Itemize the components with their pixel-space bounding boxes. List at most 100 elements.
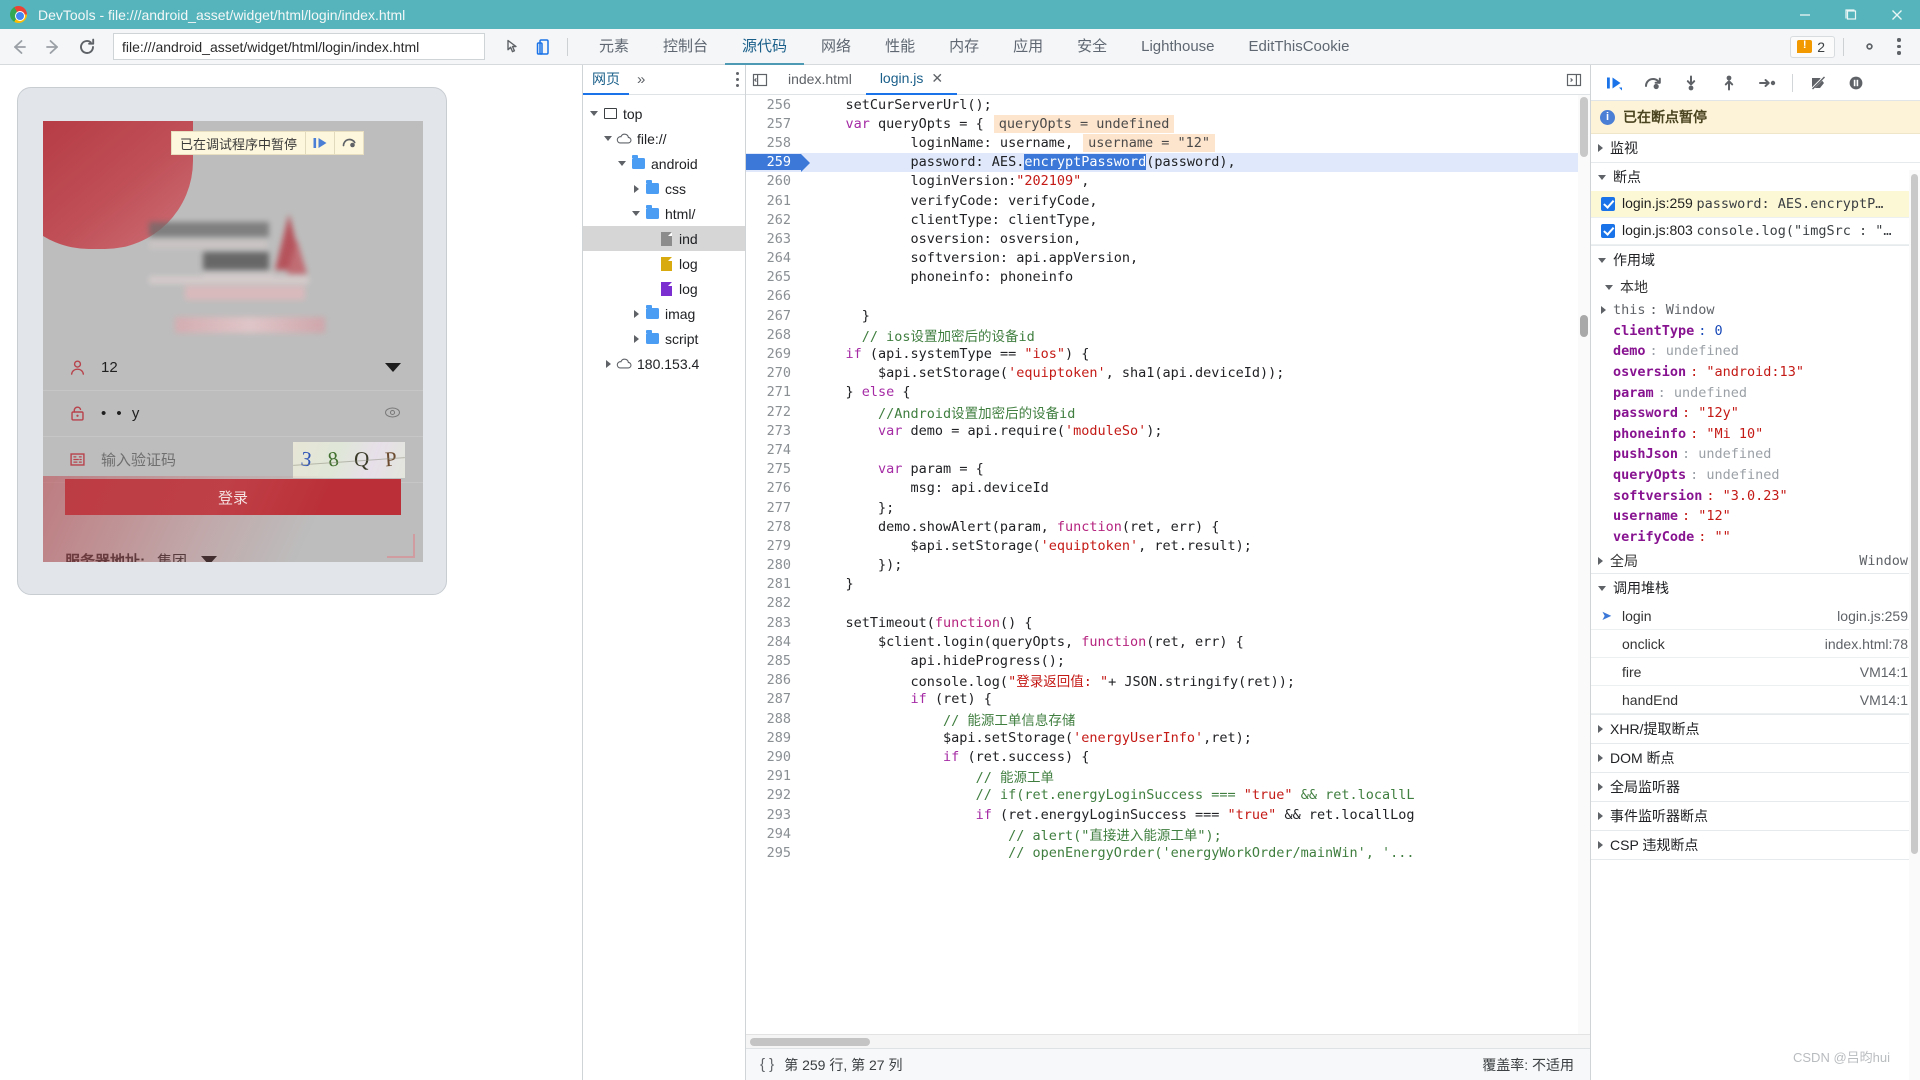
xhr-breakpoints-header[interactable]: XHR/提取断点 xyxy=(1591,715,1920,743)
code-line[interactable]: 266 xyxy=(746,287,1578,306)
scope-variable-row[interactable]: queryOpts: undefined xyxy=(1591,465,1920,486)
scope-variable-row[interactable]: osversion: "android:13" xyxy=(1591,362,1920,383)
code-editor[interactable]: 256 setCurServerUrl(); 257 var queryOpts … xyxy=(746,95,1590,1048)
line-number[interactable]: 264 xyxy=(746,250,801,266)
editor-horizontal-scrollbar[interactable] xyxy=(746,1034,1590,1048)
address-bar[interactable]: file:///android_asset/widget/html/login/… xyxy=(113,33,485,60)
tab-lighthouse[interactable]: Lighthouse xyxy=(1124,29,1231,65)
username-field-row[interactable]: 12 xyxy=(43,345,423,391)
code-line[interactable]: 259 password: AES.encryptPassword(passwo… xyxy=(746,152,1578,173)
code-line[interactable]: 295 // openEnergyOrder('energyWorkOrder/… xyxy=(746,843,1578,862)
device-toolbar-icon[interactable] xyxy=(529,32,559,62)
scope-variable-row[interactable]: param: undefined xyxy=(1591,382,1920,403)
code-line[interactable]: 287 if (ret) { xyxy=(746,690,1578,709)
debugger-scrollbar[interactable] xyxy=(1909,170,1920,1080)
scope-variable-row[interactable]: softversion: "3.0.23" xyxy=(1591,485,1920,506)
step-over-icon[interactable] xyxy=(335,131,363,155)
line-number[interactable]: 263 xyxy=(746,231,801,247)
tree-node-top[interactable]: top xyxy=(583,101,745,126)
code-line[interactable]: 260 loginVersion:"202109", xyxy=(746,172,1578,191)
line-number[interactable]: 256 xyxy=(746,97,801,113)
breakpoint-item[interactable]: login.js:803 console.log("imgSrc : "… xyxy=(1591,218,1920,245)
code-line[interactable]: 261 verifyCode: verifyCode, xyxy=(746,191,1578,210)
minimize-button[interactable] xyxy=(1782,0,1828,29)
editor-vertical-scrollbar[interactable] xyxy=(1578,95,1590,1034)
line-number[interactable]: 291 xyxy=(746,768,801,784)
call-stack-frame[interactable]: ➤ login login.js:259 xyxy=(1591,602,1920,631)
step-into-icon[interactable] xyxy=(1673,67,1709,99)
tree-node-file-scheme[interactable]: file:// xyxy=(583,126,745,151)
code-line[interactable]: 290 if (ret.success) { xyxy=(746,747,1578,766)
line-number[interactable]: 265 xyxy=(746,269,801,285)
editor-tab-login-js[interactable]: login.js ✕ xyxy=(865,64,958,95)
twisty-closed-icon[interactable] xyxy=(629,309,643,318)
code-line[interactable]: 263 osversion: osversion, xyxy=(746,229,1578,248)
line-number[interactable]: 290 xyxy=(746,749,801,765)
line-number[interactable]: 288 xyxy=(746,711,801,727)
line-number[interactable]: 286 xyxy=(746,672,801,688)
tree-node-index-html[interactable]: ind xyxy=(583,226,745,251)
line-number[interactable]: 279 xyxy=(746,538,801,554)
line-number[interactable]: 274 xyxy=(746,442,801,458)
call-stack-frame[interactable]: onclick index.html:78 xyxy=(1591,630,1920,659)
kebab-menu-icon[interactable] xyxy=(1886,30,1912,64)
step-icon[interactable] xyxy=(1749,67,1785,99)
line-number[interactable]: 271 xyxy=(746,384,801,400)
line-number[interactable]: 261 xyxy=(746,193,801,209)
line-number[interactable]: 281 xyxy=(746,576,801,592)
tab-memory[interactable]: 内存 xyxy=(932,29,996,65)
breakpoint-item[interactable]: login.js:259 password: AES.encryptP… xyxy=(1591,191,1920,218)
scope-variable-row[interactable]: this: Window xyxy=(1591,300,1920,321)
line-number[interactable]: 270 xyxy=(746,365,801,381)
line-number[interactable]: 268 xyxy=(746,327,801,343)
twisty-closed-icon[interactable] xyxy=(601,359,615,368)
tab-application[interactable]: 应用 xyxy=(996,29,1060,65)
line-number[interactable]: 259 xyxy=(746,154,810,173)
line-number[interactable]: 273 xyxy=(746,423,801,439)
editor-tab-index-html[interactable]: index.html xyxy=(774,65,866,95)
code-line[interactable]: 283 setTimeout(function() { xyxy=(746,613,1578,632)
scope-local-header[interactable]: 本地 xyxy=(1591,274,1920,300)
captcha-image[interactable]: 3 8 Q P xyxy=(293,441,405,478)
show-navigator-icon[interactable] xyxy=(746,65,774,95)
checkbox-icon-checked[interactable] xyxy=(1601,197,1615,211)
scope-variable-row[interactable]: demo: undefined xyxy=(1591,341,1920,362)
scope-section-header[interactable]: 作用域 xyxy=(1591,246,1920,274)
code-line[interactable]: 277 }; xyxy=(746,498,1578,517)
tab-elements[interactable]: 元素 xyxy=(582,29,646,65)
code-line[interactable]: 265 phoneinfo: phoneinfo xyxy=(746,268,1578,287)
resume-script-icon[interactable] xyxy=(306,131,334,155)
line-number[interactable]: 277 xyxy=(746,500,801,516)
line-number[interactable]: 275 xyxy=(746,461,801,477)
resume-script-icon[interactable] xyxy=(1597,67,1633,99)
tree-node-login-js[interactable]: log xyxy=(583,251,745,276)
code-line[interactable]: 281 } xyxy=(746,575,1578,594)
code-line[interactable]: 274 xyxy=(746,440,1578,459)
global-listeners-header[interactable]: 全局监听器 xyxy=(1591,773,1920,801)
warning-count-badge[interactable]: 2 xyxy=(1790,35,1835,58)
step-out-icon[interactable] xyxy=(1711,67,1747,99)
line-number[interactable]: 285 xyxy=(746,653,801,669)
scope-variable-row[interactable]: clientType: 0 xyxy=(1591,321,1920,342)
line-number[interactable]: 280 xyxy=(746,557,801,573)
code-line[interactable]: 264 softversion: api.appVersion, xyxy=(746,249,1578,268)
line-number[interactable]: 294 xyxy=(746,826,801,842)
tree-node-script[interactable]: script xyxy=(583,326,745,351)
tree-node-html[interactable]: html/ xyxy=(583,201,745,226)
line-number[interactable]: 266 xyxy=(746,288,801,304)
line-number[interactable]: 258 xyxy=(746,135,801,151)
twisty-open-icon[interactable] xyxy=(615,161,629,166)
call-stack-section-header[interactable]: 调用堆栈 xyxy=(1591,574,1920,602)
code-line[interactable]: 256 setCurServerUrl(); xyxy=(746,95,1578,114)
expand-icon[interactable] xyxy=(1601,306,1606,315)
scope-variable-row[interactable]: pushJson: undefined xyxy=(1591,444,1920,465)
line-number[interactable]: 269 xyxy=(746,346,801,362)
tab-performance[interactable]: 性能 xyxy=(868,29,932,65)
code-line[interactable]: 294 // alert("直接进入能源工单"); xyxy=(746,824,1578,844)
close-icon[interactable]: ✕ xyxy=(931,64,943,93)
csp-violation-breakpoints-header[interactable]: CSP 违规断点 xyxy=(1591,831,1920,859)
code-line[interactable]: 273 var demo = api.require('moduleSo'); xyxy=(746,421,1578,440)
tab-security[interactable]: 安全 xyxy=(1060,29,1124,65)
line-number[interactable]: 272 xyxy=(746,404,801,420)
code-line[interactable]: 279 $api.setStorage('equiptoken', ret.re… xyxy=(746,536,1578,555)
